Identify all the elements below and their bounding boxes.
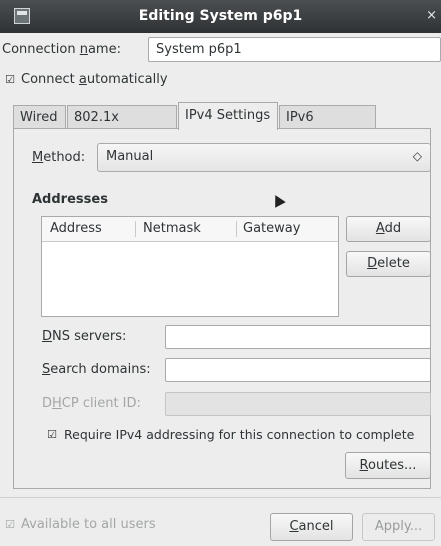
column-divider bbox=[236, 221, 237, 237]
title-bar: Editing System p6p1 × bbox=[0, 0, 441, 33]
method-select[interactable]: Manual ◇ bbox=[97, 143, 431, 172]
method-value: Manual bbox=[106, 149, 154, 164]
available-to-all-users-label: Available to all users bbox=[21, 517, 156, 532]
window-title: Editing System p6p1 bbox=[138, 8, 303, 24]
addresses-heading: Addresses bbox=[32, 192, 108, 207]
settings-tabs: Wired 802.1x Security IPv4 Settings IPv6… bbox=[13, 102, 377, 149]
add-address-button[interactable]: Add bbox=[346, 216, 431, 242]
tab-8021x-security[interactable]: 802.1x Security bbox=[67, 105, 177, 149]
column-header-gateway[interactable]: Gateway bbox=[243, 221, 300, 236]
footer-separator bbox=[0, 497, 441, 498]
column-header-address[interactable]: Address bbox=[50, 221, 102, 236]
close-icon[interactable]: × bbox=[426, 8, 437, 23]
available-to-all-users-checkbox: ☑ bbox=[5, 518, 15, 531]
dns-servers-label: DNS servers: bbox=[42, 329, 127, 344]
require-ipv4-label: Require IPv4 addressing for this connect… bbox=[64, 427, 415, 442]
method-label: Method: bbox=[32, 150, 86, 165]
tab-ipv4-settings[interactable]: IPv4 Settings bbox=[178, 102, 278, 130]
cancel-button[interactable]: Cancel bbox=[270, 513, 353, 541]
column-divider bbox=[135, 221, 136, 237]
column-header-netmask[interactable]: Netmask bbox=[143, 221, 201, 236]
delete-address-button[interactable]: Delete bbox=[346, 251, 431, 277]
addresses-table[interactable]: Address Netmask Gateway bbox=[41, 216, 339, 317]
routes-button[interactable]: Routes... bbox=[345, 452, 431, 479]
connect-automatically-checkbox[interactable]: ☑ bbox=[4, 74, 16, 86]
dhcp-client-id-input bbox=[165, 392, 431, 416]
search-domains-input[interactable] bbox=[165, 358, 431, 382]
addresses-table-header: Address Netmask Gateway bbox=[42, 217, 338, 242]
connect-automatically-label: Connect automatically bbox=[21, 72, 168, 87]
apply-button: Apply... bbox=[362, 513, 435, 541]
require-ipv4-checkbox[interactable]: ☑ bbox=[46, 429, 58, 441]
dns-servers-input[interactable] bbox=[165, 325, 431, 349]
select-arrows-icon: ◇ bbox=[412, 149, 422, 163]
search-domains-label: Search domains: bbox=[42, 362, 151, 377]
tab-wired[interactable]: Wired bbox=[13, 105, 66, 129]
connection-name-label: Connection name: bbox=[2, 42, 121, 57]
connection-name-input[interactable]: System p6p1 bbox=[148, 37, 441, 62]
tab-ipv6-settings[interactable]: IPv6 Settings bbox=[279, 105, 376, 149]
dhcp-client-id-label: DHCP client ID: bbox=[42, 396, 141, 411]
